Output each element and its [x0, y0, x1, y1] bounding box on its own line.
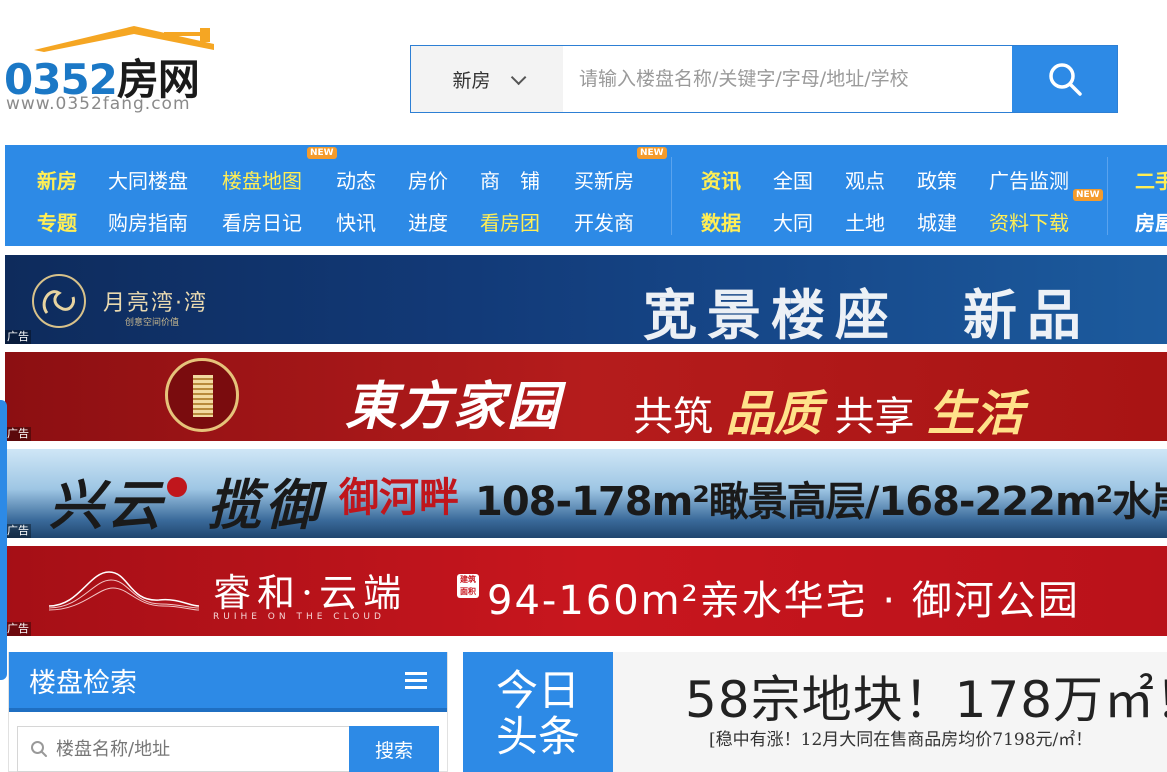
nav-news-updates[interactable]: 动态 [336, 165, 376, 194]
new-badge: NEW [637, 147, 667, 159]
headline-subtitle[interactable]: [稳中有涨！12月大同在售商品房均价7198元/㎡！ [709, 725, 1092, 750]
ad-tag: 广告 [5, 622, 31, 636]
new-badge: NEW [307, 147, 337, 159]
nav-urban-construction[interactable]: 城建 [917, 207, 957, 236]
search-category-select[interactable]: 新房 [411, 46, 563, 112]
nav-developers[interactable]: 开发商 [574, 207, 634, 236]
nav-land[interactable]: 土地 [845, 207, 885, 236]
property-search-button[interactable]: 搜索 [349, 726, 439, 772]
ad-banner-ruihe-yunduan[interactable]: 睿和·云端 RUIHE ON THE CLOUD 建筑面积 94-160m²亲水… [5, 546, 1167, 636]
swan-logo-icon [32, 274, 86, 328]
banner-slogan: 宽景楼座 新品 [643, 283, 1091, 344]
ad-tag: 广告 [5, 427, 31, 441]
search-icon [31, 741, 47, 757]
logo-url: www.0352fang.com [6, 94, 191, 114]
nav-information[interactable]: 资讯 [701, 165, 741, 194]
nav-topics[interactable]: 专题 [37, 207, 77, 236]
search-icon [1048, 63, 1082, 96]
nav-property-map[interactable]: 楼盘地图 [222, 165, 302, 194]
menu-icon[interactable] [405, 671, 427, 689]
banner-brand-sub: RUIHE ON THE CLOUD [213, 612, 385, 622]
nav-datong[interactable]: 大同 [773, 207, 813, 236]
nav-viewing-diary[interactable]: 看房日记 [222, 207, 302, 236]
property-search-panel: 楼盘检索 搜索 [8, 652, 448, 772]
property-search-input[interactable] [56, 738, 316, 760]
ad-banner-yueliangwan[interactable]: 月亮湾·湾 创意空间价值 宽景楼座 新品 广告 [5, 255, 1167, 344]
nav-shops[interactable]: 商 铺 [480, 165, 540, 194]
tower-logo-icon [165, 358, 239, 432]
ad-tag: 广告 [5, 330, 31, 344]
banner-brand: 東方家园 [345, 376, 562, 437]
nav-datong-properties[interactable]: 大同楼盘 [108, 165, 188, 194]
ad-banner-xingyun-lanyu[interactable]: 兴云 揽御 御河畔 108-178m²瞰景高层/168-222m²水岸 广告 [5, 449, 1167, 538]
chevron-down-icon [510, 69, 526, 85]
nav-house-prices[interactable]: 房价 [408, 165, 448, 194]
nav-buy-new-house[interactable]: 买新房 [574, 165, 634, 194]
wave-logo-icon [49, 571, 199, 611]
nav-progress[interactable]: 进度 [408, 207, 448, 236]
ad-tag: 广告 [5, 524, 31, 538]
nav-buying-guide[interactable]: 购房指南 [108, 207, 188, 236]
area-tag: 建筑面积 [457, 574, 479, 598]
banner-slogan: 94-160m²亲水华宅 · 御河公园 [487, 578, 1080, 624]
banner-brand: 睿和·云端 [213, 571, 408, 615]
new-badge: NEW [1073, 189, 1103, 201]
nav-policy[interactable]: 政策 [917, 165, 957, 194]
banner-brand-secondary: 御河畔 [339, 474, 459, 521]
nav-flash-news[interactable]: 快讯 [336, 207, 376, 236]
main-nav: 新房 专题 大同楼盘 购房指南 楼盘地图 NEW 看房日记 动态 快讯 房价 进… [5, 145, 1167, 246]
side-float-tab[interactable] [0, 400, 7, 680]
nav-downloads[interactable]: 资料下载 [989, 207, 1069, 236]
nav-divider [671, 157, 672, 235]
banner-brand: 兴云 揽御 [49, 473, 323, 537]
nav-data[interactable]: 数据 [701, 207, 741, 236]
nav-opinion[interactable]: 观点 [845, 165, 885, 194]
brand-seal-icon [167, 477, 187, 497]
banner-brand: 月亮湾·湾 [103, 291, 208, 316]
ad-banner-dongfangjiayuan[interactable]: 東方家园 共筑 品质 共享 生活 广告 [5, 352, 1167, 441]
top-search-bar: 新房 [410, 45, 1118, 113]
banner-slogan: 108-178m²瞰景高层/168-222m²水岸 [475, 479, 1167, 525]
site-logo[interactable]: 0352房网 www.0352fang.com [4, 22, 244, 117]
nav-national[interactable]: 全国 [773, 165, 813, 194]
search-input[interactable] [563, 46, 1012, 112]
nav-second-hand[interactable]: 二手 [1135, 165, 1167, 194]
search-button[interactable] [1012, 46, 1117, 112]
banner-brand-sub: 创意空间价值 [125, 318, 180, 328]
headline-title[interactable]: 58宗地块！178万㎡！ [685, 660, 1167, 732]
panel-title: 楼盘检索 [29, 667, 137, 699]
today-headline: 今日 头条 58宗地块！178万㎡！ [稳中有涨！12月大同在售商品房均价719… [463, 652, 1167, 772]
nav-ad-monitor[interactable]: 广告监测 [989, 165, 1069, 194]
nav-viewing-group[interactable]: 看房团 [480, 207, 540, 236]
nav-divider [1107, 157, 1108, 235]
nav-houses[interactable]: 房屋 [1135, 207, 1167, 236]
nav-new-house[interactable]: 新房 [37, 165, 77, 194]
search-category-label: 新房 [452, 69, 491, 92]
banner-slogan: 共筑 品质 共享 生活 [633, 386, 1024, 441]
headline-label: 今日 头条 [463, 652, 613, 772]
